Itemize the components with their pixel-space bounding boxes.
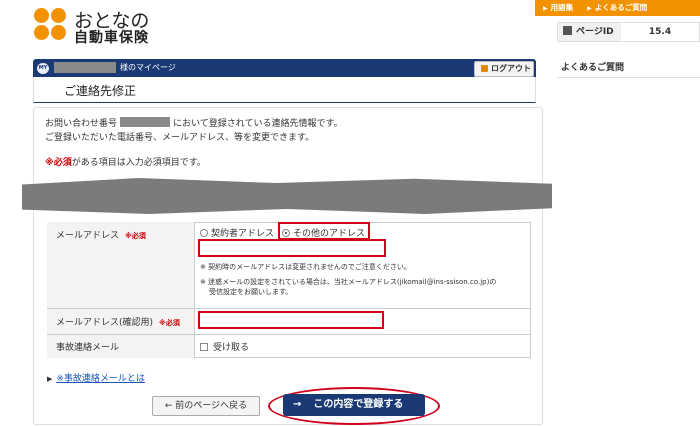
email-note-3: 受信設定をお願いします。	[209, 288, 293, 296]
page-id-label: ページID	[563, 22, 614, 42]
page-title: ご連絡先修正	[64, 84, 137, 98]
email-confirm-input[interactable]	[198, 311, 384, 329]
triangle-right-icon: ▶	[587, 5, 592, 12]
radio-selected-icon[interactable]	[282, 229, 290, 237]
top-nav: ▶ 用語集 ▶ よくあるご質問	[535, 0, 700, 16]
logout-button[interactable]: ログアウト	[474, 61, 534, 77]
triangle-right-icon: ▶	[543, 5, 548, 12]
side-faq-heading[interactable]: よくあるご質問	[557, 60, 700, 78]
email-note-1: ※ 契約時のメールアドレスは変更されませんのでご注意ください。	[200, 263, 411, 271]
email-confirm-label: メールアドレス(確認用) ※必須	[56, 318, 180, 328]
redacted-inquiry-number	[120, 117, 171, 127]
brand-name-line2: 自動車保険	[74, 30, 149, 46]
radio-contract-address[interactable]: 契約者アドレス	[200, 226, 274, 239]
submit-button[interactable]: → この内容で登録する	[283, 394, 425, 416]
row-divider	[195, 308, 531, 309]
email-input[interactable]	[198, 239, 386, 257]
triangle-right-icon: ▶	[47, 375, 53, 383]
faq-link[interactable]: ▶ よくあるご質問	[573, 0, 647, 16]
accident-mail-label: 事故連絡メール	[56, 343, 120, 353]
checkbox-icon	[563, 26, 572, 35]
email-label: メールアドレス ※必須	[56, 231, 146, 241]
accident-mail-checkbox[interactable]: 受け取る	[200, 340, 249, 353]
glossary-link[interactable]: ▶ 用語集	[535, 0, 573, 16]
row-divider	[195, 334, 531, 335]
mypage-badge-icon: MY	[37, 63, 49, 74]
lock-icon	[481, 65, 488, 72]
mypage-label: 様のマイページ	[120, 63, 176, 72]
radio-icon[interactable]	[200, 229, 208, 237]
redaction-band	[22, 178, 552, 214]
redacted-username	[54, 62, 116, 73]
radio-other-address[interactable]: その他のアドレス	[282, 226, 365, 239]
intro-line2: ご登録いただいた電話番号、メールアドレス、等を変更できます。	[45, 133, 315, 143]
back-button[interactable]: ← 前のページへ戻る	[152, 396, 260, 416]
accident-mail-info-link[interactable]: ▶ ※事故連絡メールとは	[47, 371, 145, 384]
arrow-right-icon: →	[293, 399, 302, 410]
email-note-2: ※ 迷惑メールの設定をされている場合は、当社メールアドレス(jikomail@i…	[200, 278, 497, 286]
checkbox-icon[interactable]	[200, 343, 208, 351]
required-note: ※必須がある項目は入力必須項目です。	[45, 158, 206, 168]
page-id-value: 15.4	[621, 23, 699, 41]
intro-line1: お問い合わせ番号 において登録されている連絡先情報です。	[45, 117, 343, 129]
brand-logo-icon	[34, 8, 68, 42]
